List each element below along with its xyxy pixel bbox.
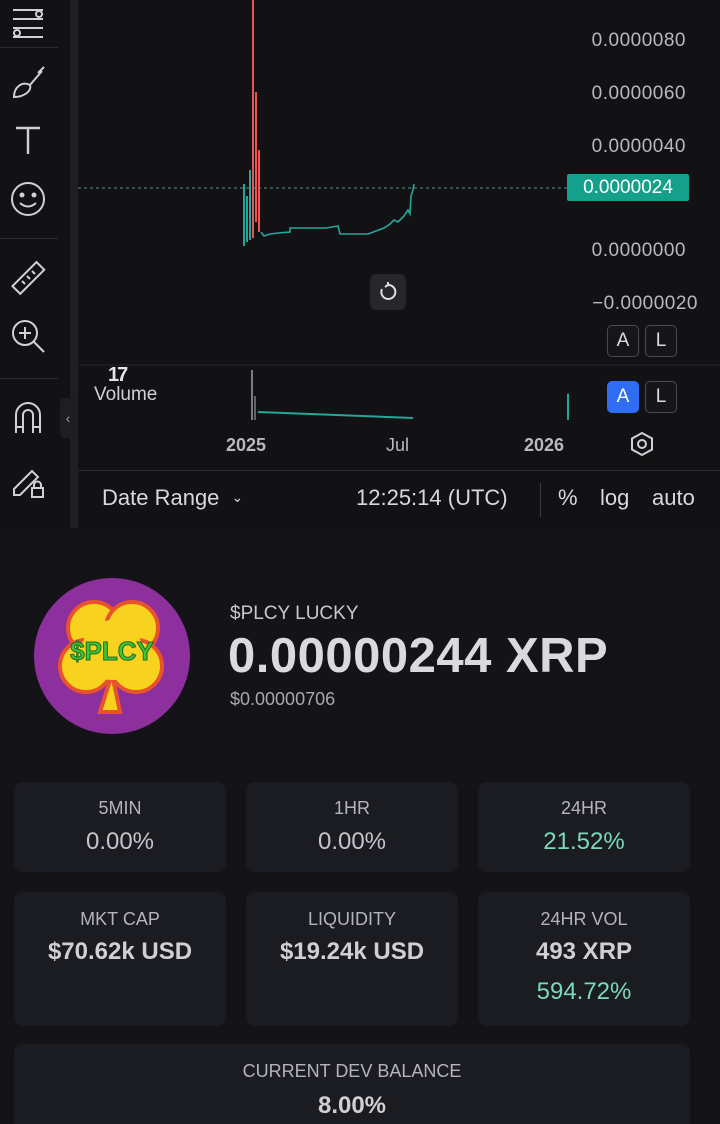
volume-label: Volume [94,384,158,405]
token-name: $PLCY LUCKY [230,603,359,624]
chart-settings-icon[interactable] [629,431,655,462]
log-scale-toggle[interactable]: log [600,485,629,511]
volume-log-scale-button[interactable]: L [645,381,677,413]
stat-change: 594.72% [536,978,632,1005]
logo-text: $PLCY [70,636,154,666]
token-logo: $PLCY [34,578,190,734]
utc-clock[interactable]: 12:25:14 (UTC) [356,485,508,511]
stat-value: 8.00% [317,1092,387,1119]
y-tick-label: −0.0000020 [592,293,698,314]
y-tick-label: 0.0000080 [591,30,686,51]
token-info-panel: $PLCY $PLCY LUCKY 0.00000244 XRP $0.0000… [0,528,720,1124]
stat-value: 493 XRP [535,938,633,965]
x-tick-label: 2025 [226,435,267,455]
stat-card-24hr: 24HR 21.52% [478,782,690,872]
date-range-label: Date Range [102,485,220,510]
token-price: 0.00000244 XRP [228,629,609,683]
magnet-icon[interactable] [5,394,51,440]
price-auto-scale-button[interactable]: A [607,325,639,357]
ruler-icon[interactable] [5,256,51,302]
stat-value: 0.00% [85,828,155,855]
stat-value: 21.52% [543,828,625,855]
price-plot[interactable]: 0.0000080 0.0000060 0.0000040 0.0000000 … [78,0,720,528]
stat-card-liquidity: LIQUIDITY $19.24k USD [246,892,458,1026]
reset-icon [380,282,397,300]
stat-value: 0.00% [317,828,387,855]
stat-label: 24HR VOL [540,909,628,929]
zoom-in-icon[interactable] [5,313,51,359]
y-tick-label: 0.0000000 [591,240,686,261]
stat-label: 1HR [333,798,370,818]
emoji-icon[interactable] [5,176,51,222]
stat-label: 24HR [560,798,608,818]
lock-drawing-icon[interactable] [5,458,51,504]
stat-card-24hr-vol: 24HR VOL 493 XRP 594.72% [478,892,690,1026]
x-tick-label: 2026 [524,435,565,455]
stat-value: $70.62k USD [47,938,193,965]
token-usd-price: $0.00000706 [230,689,336,709]
stat-card-mkt-cap: MKT CAP $70.62k USD [14,892,226,1026]
auto-scale-toggle[interactable]: auto [652,485,695,511]
stat-label: 5MIN [98,798,142,818]
stat-label: LIQUIDITY [307,909,396,929]
stat-value: $19.24k USD [279,938,425,965]
y-tick-label: 0.0000040 [591,136,686,157]
stat-card-5min: 5MIN 0.00% [14,782,226,872]
current-price-tag: 0.0000024 [567,174,689,201]
drawing-toolbar [0,0,58,528]
x-tick-label: Jul [386,435,410,455]
stat-label: MKT CAP [80,909,160,929]
volume-auto-scale-button[interactable]: A [607,381,639,413]
y-tick-label: 0.0000060 [591,83,686,104]
date-range-button[interactable]: Date Range ⌄ [102,485,243,511]
collapse-toolbar-icon[interactable]: ‹ [60,398,76,438]
reset-chart-button[interactable] [370,274,406,310]
percent-scale-toggle[interactable]: % [558,485,578,511]
price-log-scale-button[interactable]: L [645,325,677,357]
stat-label: CURRENT DEV BALANCE [242,1061,462,1081]
chart-area[interactable]: ‹ 0.0000080 0.0000060 0.0000040 0.000000… [0,0,720,528]
chevron-down-icon: ⌄ [231,489,244,505]
stat-card-1hr: 1HR 0.00% [246,782,458,872]
toolbar-rail [70,0,78,528]
text-icon[interactable] [5,117,51,163]
brush-icon[interactable] [5,60,51,106]
chart-bottom-bar: Date Range ⌄ 12:25:14 (UTC) % log auto [78,470,720,529]
stat-card-dev-balance: CURRENT DEV BALANCE 8.00% [14,1044,690,1124]
fib-tools-icon[interactable] [5,0,51,46]
